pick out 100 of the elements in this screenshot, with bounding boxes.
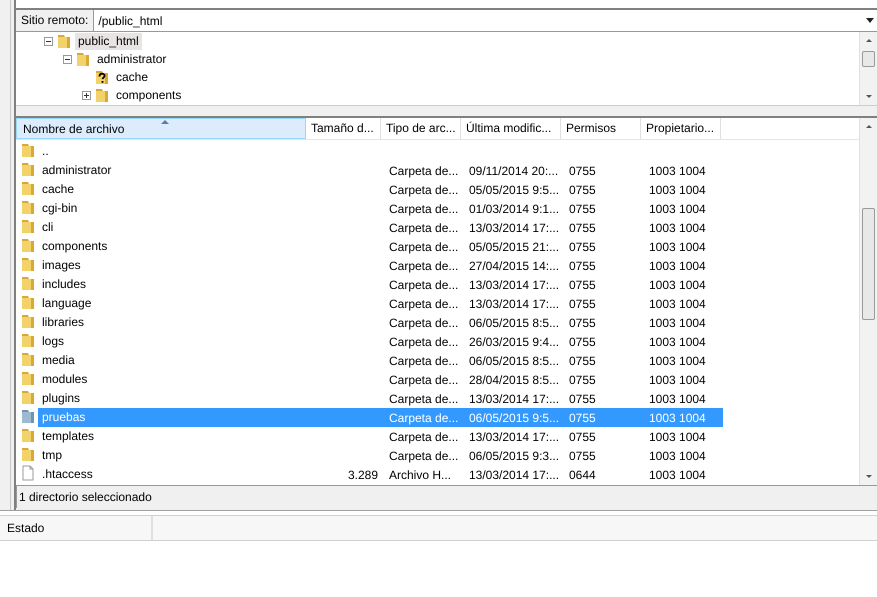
file-name[interactable]: plugins — [40, 389, 308, 408]
table-cell: 0755 — [569, 164, 596, 178]
table-cell: 1003 1004 — [649, 258, 706, 272]
document-icon — [21, 465, 35, 481]
file-name[interactable]: .. — [40, 142, 308, 161]
file-name[interactable]: .htaccess — [40, 465, 308, 484]
table-cell: 1003 1004 — [649, 410, 706, 424]
scrollbar[interactable] — [859, 32, 877, 105]
table-cell: Carpeta de... — [389, 220, 458, 234]
table-cell: 0755 — [569, 240, 596, 254]
column-header[interactable]: Tipo de arc... — [381, 118, 461, 139]
table-cell: 28/04/2015 8:5... — [469, 372, 560, 386]
table-cell: 0755 — [569, 334, 596, 348]
table-cell: Carpeta de... — [389, 316, 458, 330]
table-cell: 1003 1004 — [649, 448, 706, 462]
tree-item[interactable]: public_html — [75, 32, 142, 50]
file-name[interactable]: media — [40, 351, 308, 370]
table-cell: 13/03/2014 17:... — [469, 296, 560, 310]
table-cell: 1003 1004 — [649, 468, 706, 482]
folder-icon — [21, 427, 35, 443]
folder-icon — [21, 275, 35, 291]
table-cell: Carpeta de... — [389, 392, 458, 406]
table-cell: 0755 — [569, 372, 596, 386]
table-cell: Carpeta de... — [389, 164, 458, 178]
table-cell: 1003 1004 — [649, 202, 706, 216]
tree-item[interactable]: cache — [113, 68, 152, 86]
table-cell: 06/05/2015 9:5... — [469, 410, 560, 424]
table-cell: 13/03/2014 17:... — [469, 430, 560, 444]
column-header[interactable]: Permisos — [561, 118, 641, 139]
table-cell: 06/05/2015 9:3... — [469, 448, 560, 462]
file-name[interactable]: components — [40, 237, 308, 256]
file-name[interactable]: templates — [40, 427, 308, 446]
table-cell: Carpeta de... — [389, 182, 458, 196]
dropdown-arrow-icon[interactable] — [866, 18, 874, 23]
collapse-icon[interactable] — [63, 54, 72, 64]
folder-icon — [21, 313, 35, 329]
folder-icon — [21, 332, 35, 348]
file-name[interactable]: cgi-bin — [40, 199, 308, 218]
table-cell: 26/03/2015 9:4... — [469, 334, 560, 348]
table-cell: Carpeta de... — [389, 372, 458, 386]
table-cell: 1003 1004 — [649, 316, 706, 330]
table-cell: 0755 — [569, 296, 596, 310]
file-name[interactable]: tmp — [40, 446, 308, 465]
column-header[interactable]: Tamaño d... — [306, 118, 381, 139]
tree-item[interactable]: administrator — [94, 50, 170, 68]
table-cell: Carpeta de... — [389, 278, 458, 292]
status-tab[interactable]: Estado — [0, 516, 153, 540]
file-name[interactable]: modules — [40, 370, 308, 389]
table-cell: 1003 1004 — [649, 392, 706, 406]
column-header[interactable]: Nombre de archivo — [16, 118, 306, 139]
folder-icon — [21, 180, 35, 196]
expand-icon[interactable] — [82, 90, 91, 100]
table-cell: Carpeta de... — [389, 448, 458, 462]
table-cell: 1003 1004 — [649, 430, 706, 444]
table-cell: 0755 — [569, 448, 596, 462]
file-name[interactable]: administrator — [40, 161, 308, 180]
table-cell: 01/03/2014 9:1... — [469, 202, 560, 216]
folder-icon — [21, 142, 35, 158]
tree-item[interactable]: components — [113, 86, 184, 104]
question-folder-icon — [95, 69, 109, 85]
folder-icon — [95, 87, 109, 103]
column-header[interactable]: Propietario... — [641, 118, 721, 139]
table-cell: 1003 1004 — [649, 354, 706, 368]
folder-icon — [21, 370, 35, 386]
file-name[interactable]: logs — [40, 332, 308, 351]
status-text: 1 directorio seleccionado — [19, 490, 152, 504]
column-header[interactable]: Última modific... — [461, 118, 561, 139]
file-name[interactable]: cache — [40, 180, 308, 199]
table-cell: 1003 1004 — [649, 372, 706, 386]
folder-icon — [21, 218, 35, 234]
table-cell: 05/05/2015 21:... — [469, 240, 560, 254]
table-cell: 0755 — [569, 430, 596, 444]
table-cell: 1003 1004 — [649, 296, 706, 310]
table-cell: Carpeta de... — [389, 410, 458, 424]
table-cell: 0755 — [569, 354, 596, 368]
table-cell: 09/11/2014 20:... — [469, 164, 558, 178]
table-cell: 06/05/2015 8:5... — [469, 354, 560, 368]
file-name[interactable]: includes — [40, 275, 308, 294]
folder-icon — [21, 161, 35, 177]
table-cell: 1003 1004 — [649, 220, 706, 234]
file-name[interactable]: cli — [40, 218, 308, 237]
file-name[interactable]: libraries — [40, 313, 308, 332]
table-cell: Carpeta de... — [389, 296, 458, 310]
table-cell: 05/05/2015 9:5... — [469, 182, 560, 196]
file-name[interactable]: language — [40, 294, 308, 313]
scrollbar[interactable] — [859, 118, 877, 485]
folder-icon — [21, 351, 35, 367]
table-cell: 27/04/2015 14:... — [469, 258, 560, 272]
table-cell: 13/03/2014 17:... — [469, 468, 560, 482]
table-cell: 06/05/2015 8:5... — [469, 316, 560, 330]
file-name[interactable]: images — [40, 256, 308, 275]
table-cell: 13/03/2014 17:... — [469, 278, 560, 292]
table-cell: Carpeta de... — [389, 202, 458, 216]
table-cell: 1003 1004 — [649, 240, 706, 254]
collapse-icon[interactable] — [44, 36, 53, 46]
table-cell: Carpeta de... — [389, 258, 458, 272]
folder-icon — [21, 408, 35, 424]
table-cell: Carpeta de... — [389, 240, 458, 254]
folder-icon — [21, 446, 35, 462]
remote-site-label: Sitio remoto: — [16, 10, 94, 31]
